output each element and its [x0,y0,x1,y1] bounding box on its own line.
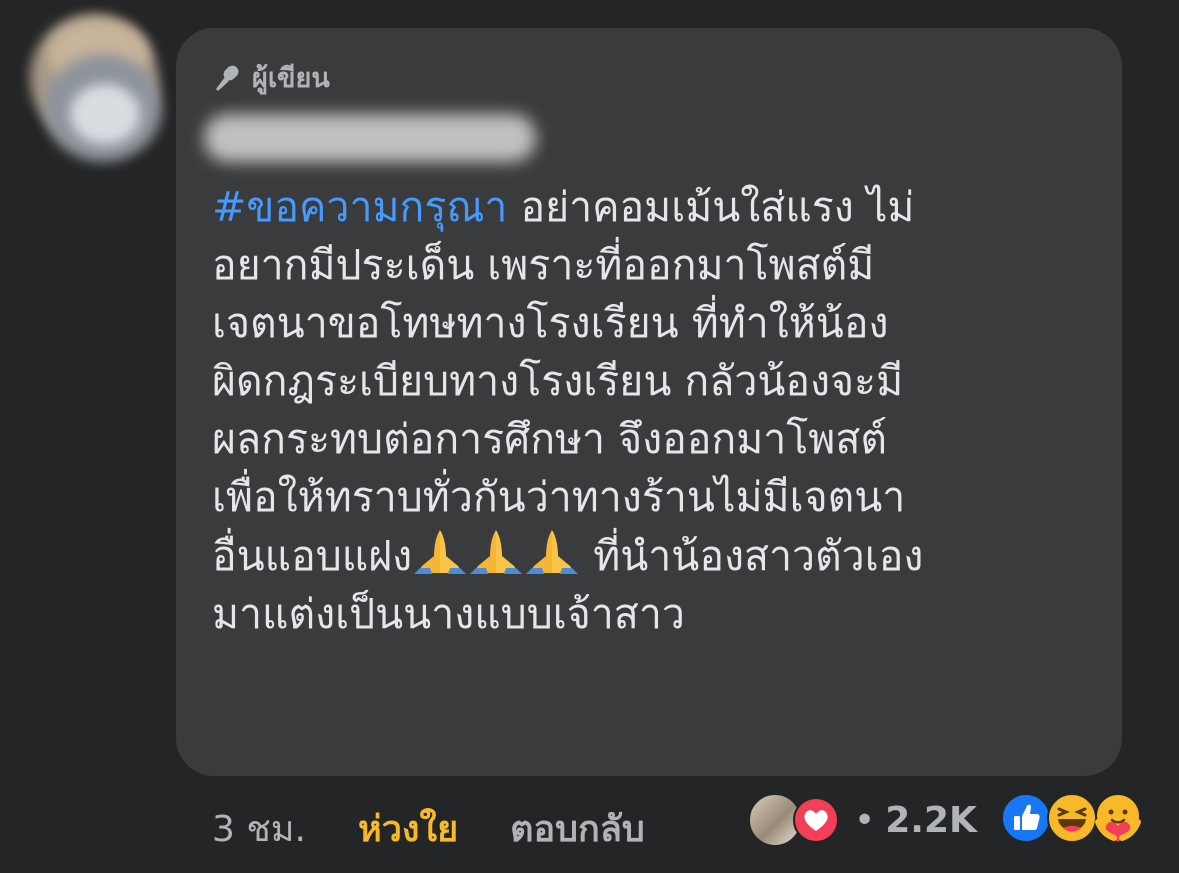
folded-hands-icon [526,530,579,574]
reaction-count[interactable]: 2.2K [885,800,977,841]
avatar[interactable] [30,14,162,164]
reaction-summary[interactable]: • 2.2K [748,793,977,847]
care-icon [1095,793,1141,842]
comment-bubble: ผู้เขียน #ขอความกรุณา อย่าคอมเม้นใส่แรง … [176,28,1122,776]
separator-dot: • [854,799,876,841]
haha-icon [1047,793,1097,843]
comment-text-part: อย่าคอมเม้นใส่แรง ไม่ อยากมีประเด็น เพรา… [212,183,915,580]
care-button[interactable]: ห่วงใย [358,800,458,857]
heart-icon [793,797,839,843]
comment-text: #ขอความกรุณา อย่าคอมเม้นใส่แรง ไม่ อยากม… [212,178,1102,643]
hashtag-link[interactable]: #ขอความกรุณา [212,183,507,231]
author-badge: ผู้เขียน [212,56,330,99]
folded-hands-icon [470,530,523,574]
folded-hands-icon [414,530,467,574]
timestamp[interactable]: 3 ชม. [212,800,306,857]
reaction-icons[interactable] [1000,792,1144,844]
microphone-icon [216,65,239,91]
like-icon [1001,793,1051,843]
author-name[interactable] [204,114,536,162]
author-badge-label: ผู้เขียน [252,63,330,94]
comment-actions: 3 ชม. ห่วงใย ตอบกลับ [212,800,645,856]
reply-button[interactable]: ตอบกลับ [510,800,645,857]
